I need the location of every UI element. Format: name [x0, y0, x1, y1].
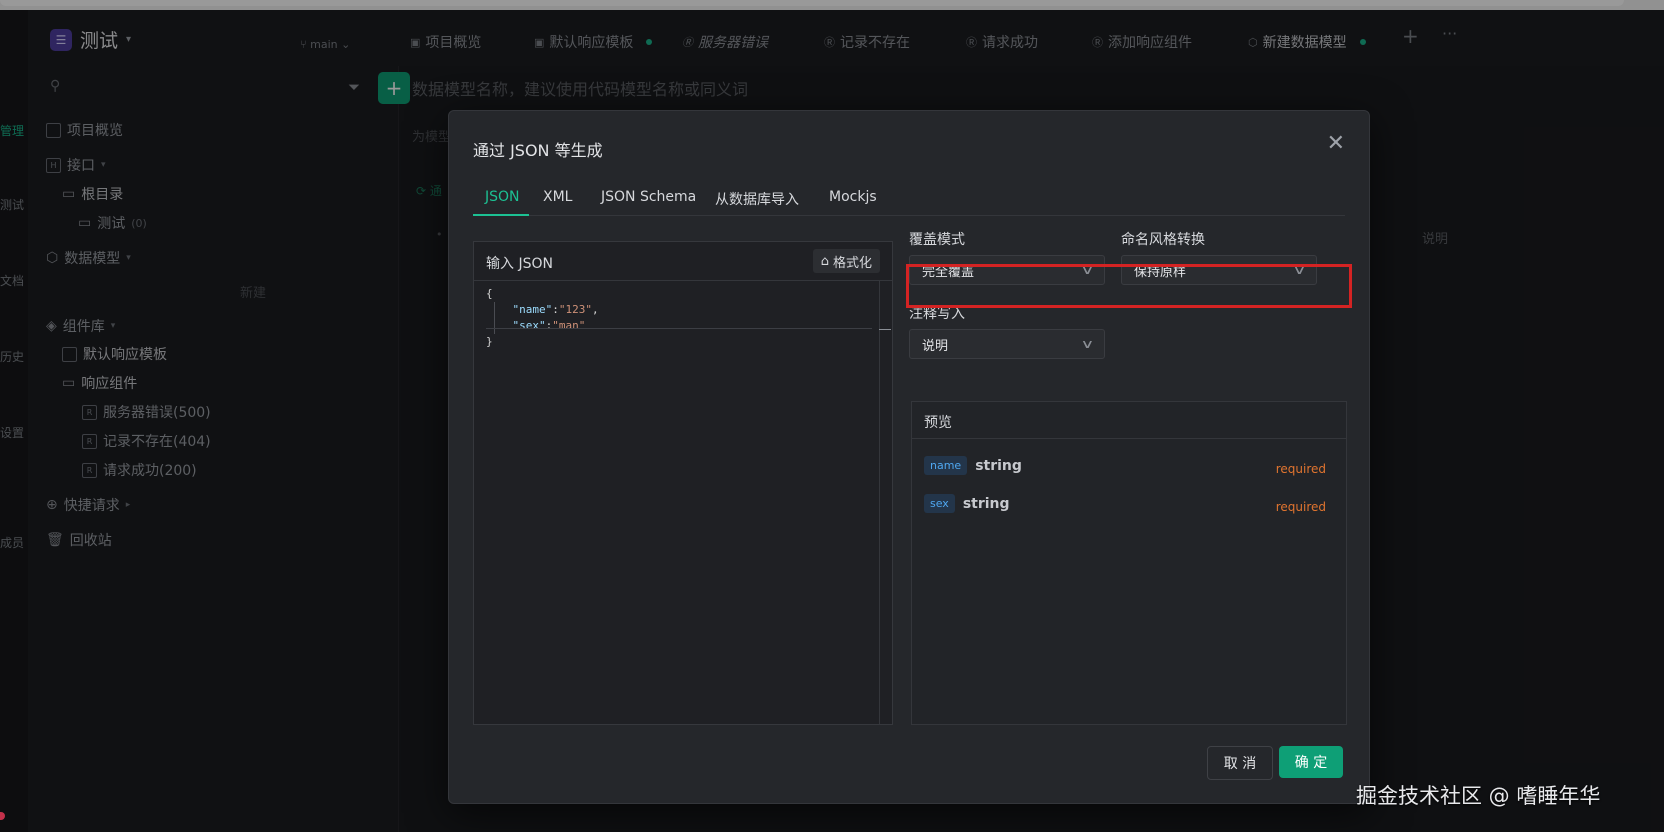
field-name-badge: name	[924, 456, 968, 475]
highlight-annotation	[906, 264, 1352, 308]
chevron-down-icon: ∨	[1080, 337, 1095, 351]
editor-scrollbar[interactable]	[879, 280, 892, 724]
field-required: required	[1275, 500, 1326, 514]
preview-field-row: sex string	[924, 494, 1010, 513]
field-required: required	[1275, 462, 1326, 476]
json-value: "123"	[558, 303, 592, 316]
indent-guide	[494, 302, 495, 334]
dialog-title: 通过 JSON 等生成	[473, 141, 603, 160]
field-type: string	[962, 495, 1010, 512]
editor-header: 输入 JSON ⌂ 格式化	[474, 242, 892, 281]
preview-panel: 预览 name string required sex string requi…	[911, 401, 1347, 725]
tab-mockjs[interactable]: Mockjs	[829, 189, 877, 205]
tab-json[interactable]: JSON	[485, 189, 520, 205]
cancel-button[interactable]: 取 消	[1207, 746, 1273, 780]
dialog-tabs: JSON XML JSON Schema 从数据库导入 Mockjs	[473, 179, 1345, 216]
close-icon[interactable]: ✕	[1327, 133, 1345, 155]
generate-from-json-dialog: 通过 JSON 等生成 ✕ JSON XML JSON Schema 从数据库导…	[448, 110, 1370, 804]
naming-style-label: 命名风格转换	[1121, 232, 1205, 248]
active-tab-indicator	[473, 214, 529, 216]
tab-xml[interactable]: XML	[543, 189, 572, 205]
preview-title: 预览	[924, 415, 952, 431]
tab-json-schema[interactable]: JSON Schema	[601, 189, 696, 205]
json-key: "sex"	[512, 319, 546, 332]
code-area[interactable]: { "name":"123", "sex":"man" }	[486, 286, 599, 350]
format-button[interactable]: ⌂ 格式化	[812, 249, 880, 273]
json-value: "man"	[552, 319, 586, 332]
code-line-2: "name":"123",	[512, 303, 599, 316]
json-editor[interactable]: 输入 JSON ⌂ 格式化 { "name":"123", "sex":"man"…	[473, 241, 893, 725]
resize-handle[interactable]	[879, 329, 891, 330]
override-mode-label: 覆盖模式	[909, 232, 965, 248]
code-line-1: {	[486, 287, 493, 300]
editor-title: 输入 JSON	[486, 256, 553, 272]
format-label: 格式化	[832, 255, 872, 271]
field-name-badge: sex	[924, 494, 955, 513]
confirm-button[interactable]: 确 定	[1279, 746, 1343, 778]
preview-field-row: name string	[924, 456, 1022, 475]
comment-write-select[interactable]: 说明 ∨	[909, 329, 1105, 359]
cursor-line	[486, 328, 872, 329]
broom-icon: ⌂	[820, 253, 829, 269]
field-type: string	[975, 457, 1022, 474]
comment-write-value: 说明	[922, 338, 949, 354]
watermark: 掘金技术社区 @ 嗜睡年华	[1356, 784, 1601, 808]
code-line-3: "sex":"man"	[512, 319, 586, 332]
json-key: "name"	[512, 303, 553, 316]
tab-import-db[interactable]: 从数据库导入	[715, 189, 799, 209]
code-line-4: }	[486, 335, 493, 348]
preview-header: 预览	[912, 402, 1346, 439]
